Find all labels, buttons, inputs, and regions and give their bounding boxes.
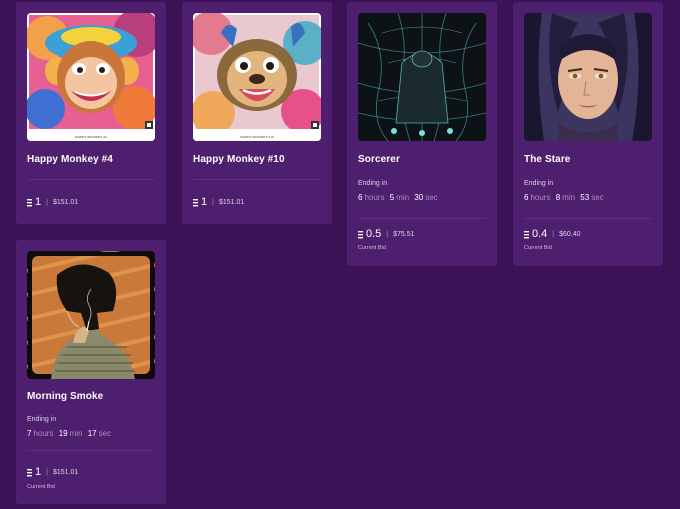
countdown-seconds: 30 (414, 193, 424, 202)
countdown-seconds: 53 (580, 193, 590, 202)
countdown-timer: 6 hours 5 min 30 sec (358, 193, 441, 202)
usd-price: $75.51 (393, 230, 415, 238)
nft-card-happy-monkey-4[interactable]: HAPPY MONKEY #4 Happy Monkey #4 1 | $151… (16, 2, 166, 224)
nft-card-happy-monkey-10[interactable]: HAPPY MONKEY #10 Happy Monkey #10 1 | $1… (182, 2, 332, 224)
price-row: 0.5 | $75.51 (358, 228, 415, 240)
price-separator: | (46, 198, 48, 206)
hours-unit: hours (33, 429, 54, 438)
price-row: 0.4 | $60.40 (524, 228, 581, 240)
usd-price: $151.01 (52, 198, 79, 206)
nft-card-sorcerer[interactable]: Sorcerer Ending in 6 hours 5 min 30 sec 0.5… (347, 2, 497, 266)
eth-icon (193, 198, 198, 207)
eth-icon (27, 198, 32, 207)
portrait-artwork (524, 13, 652, 141)
monkey-artwork (193, 13, 321, 141)
eth-price: 0.4 (532, 228, 548, 240)
eth-icon (524, 230, 529, 239)
countdown-hours: 7 (27, 429, 32, 438)
countdown-timer: 6 hours 8 min 53 sec (524, 193, 607, 202)
card-divider (27, 450, 155, 451)
nft-title[interactable]: Happy Monkey #4 (27, 154, 113, 165)
minutes-unit: min (562, 193, 576, 202)
card-divider (524, 218, 652, 219)
price-separator: | (46, 468, 48, 476)
card-divider (193, 179, 321, 180)
nft-image-morning-smoke[interactable] (27, 251, 155, 379)
card-divider (27, 179, 155, 180)
eth-icon (358, 230, 363, 239)
nft-image-happy-monkey-10[interactable]: HAPPY MONKEY #10 (193, 13, 321, 141)
monkey-artwork (27, 13, 155, 141)
price-separator: | (552, 230, 555, 238)
seconds-unit: sec (425, 193, 438, 202)
countdown-seconds: 17 (87, 429, 97, 438)
usd-price: $60.40 (559, 230, 581, 238)
ending-in-label: Ending in (27, 416, 57, 423)
nft-card-morning-smoke[interactable]: Morning Smoke Ending in 7 hours 19 min 17 s… (16, 240, 166, 504)
nft-card-the-stare[interactable]: The Stare Ending in 6 hours 8 min 53 sec 0.… (513, 2, 663, 266)
nft-image-the-stare[interactable] (524, 13, 652, 141)
countdown-timer: 7 hours 19 min 17 sec (27, 429, 114, 438)
nft-image-happy-monkey-4[interactable]: HAPPY MONKEY #4 (27, 13, 155, 141)
current-bid-label: Current Bid (358, 245, 386, 251)
sorcerer-artwork (358, 13, 486, 141)
smoke-artwork (27, 251, 155, 379)
eth-price: 1 (35, 466, 42, 478)
usd-price: $151.01 (218, 198, 245, 206)
eth-price: 1 (201, 196, 208, 208)
countdown-hours: 6 (524, 193, 529, 202)
price-row: 1 | $151.01 (27, 466, 78, 478)
minutes-unit: min (396, 193, 410, 202)
seconds-unit: sec (98, 429, 112, 438)
card-divider (358, 218, 486, 219)
art-caption: HAPPY MONKEY #4 (75, 135, 107, 139)
eth-icon (27, 468, 32, 477)
ending-in-label: Ending in (358, 180, 388, 187)
nft-title[interactable]: The Stare (524, 154, 570, 165)
countdown-minutes: 19 (58, 429, 68, 438)
countdown-minutes: 5 (389, 193, 395, 202)
price-row: 1 | $151.01 (193, 196, 244, 208)
countdown-minutes: 8 (555, 193, 561, 202)
seconds-unit: sec (591, 193, 604, 202)
price-separator: | (386, 230, 389, 238)
price-row: 1 | $151.01 (27, 196, 78, 208)
nft-title[interactable]: Happy Monkey #10 (193, 154, 285, 165)
countdown-hours: 6 (358, 193, 363, 202)
minutes-unit: min (69, 429, 83, 438)
nft-title[interactable]: Sorcerer (358, 154, 400, 165)
eth-price: 1 (35, 196, 42, 208)
usd-price: $151.01 (52, 468, 79, 476)
hours-unit: hours (530, 193, 551, 202)
ending-in-label: Ending in (524, 180, 554, 187)
nft-title[interactable]: Morning Smoke (27, 391, 103, 402)
price-separator: | (212, 198, 214, 206)
art-caption: HAPPY MONKEY #10 (240, 135, 274, 139)
current-bid-label: Current Bid (27, 484, 55, 490)
current-bid-label: Current Bid (524, 245, 552, 251)
eth-price: 0.5 (366, 228, 382, 240)
hours-unit: hours (364, 193, 385, 202)
nft-image-sorcerer[interactable] (358, 13, 486, 141)
